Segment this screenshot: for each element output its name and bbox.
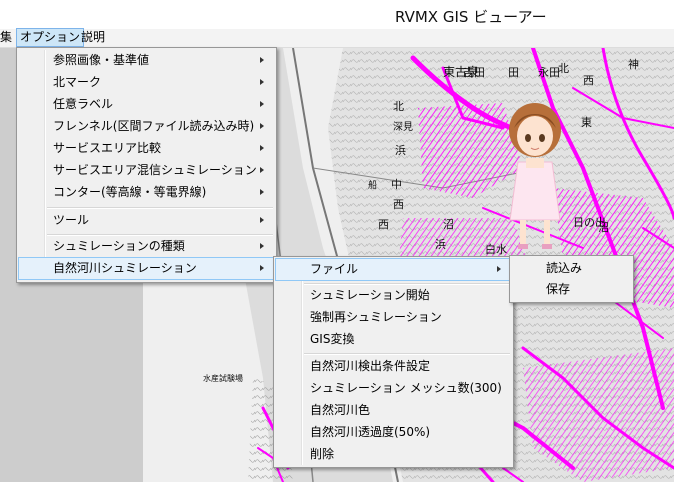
menu-item-contour[interactable]: コンター(等高線・等電界線) <box>19 182 274 203</box>
map-label: 西 <box>378 218 389 231</box>
submenu-arrow-icon <box>260 167 264 173</box>
menu-item-label: 強制再シュミレーション <box>310 310 442 324</box>
menu-options[interactable]: オプション <box>16 28 85 47</box>
map-label: 中 <box>391 178 402 191</box>
map-label: 沼 <box>598 220 609 234</box>
options-menu: 参照画像・基準値 北マーク 任意ラベル フレンネル(区間ファイル読み込み時) サ… <box>16 47 277 283</box>
menu-item-label: 自然河川検出条件設定 <box>310 359 431 373</box>
map-label: 船 <box>368 179 377 191</box>
menu-item-label: 自然河川シュミレーション <box>53 261 197 275</box>
menu-item-interference-sim[interactable]: サービスエリア混信シュミレーション <box>19 160 274 181</box>
menu-item-label: サービスエリア比較 <box>53 141 162 155</box>
menu-item-label: ファイル <box>310 262 359 276</box>
menu-help[interactable]: 説明 <box>78 29 108 46</box>
menu-item-service-area-compare[interactable]: サービスエリア比較 <box>19 138 274 159</box>
menu-item-label: コンター(等高線・等電界線) <box>53 185 207 199</box>
menu-item-save[interactable]: 保存 <box>512 279 631 300</box>
menu-item-river-transparency[interactable]: 自然河川透過度(50%) <box>276 422 511 443</box>
map-label: 水産試験場 <box>203 373 243 383</box>
menu-item-label: 削除 <box>310 447 335 461</box>
menu-item-tools[interactable]: ツール <box>19 210 274 231</box>
menu-item-gis-convert[interactable]: GIS変換 <box>276 329 511 350</box>
menu-item-label: シュミレーションの種類 <box>53 239 185 253</box>
menu-item-custom-label[interactable]: 任意ラベル <box>19 94 274 115</box>
map-label: 神 <box>628 57 639 71</box>
submenu-arrow-icon <box>260 79 264 85</box>
map-label: 深見 <box>393 121 413 133</box>
map-label: 東古泉 <box>443 64 479 79</box>
title-bar: RVMX GIS ビューアー <box>0 0 674 30</box>
menu-item-label: ツール <box>53 213 90 227</box>
submenu-arrow-icon <box>260 101 264 107</box>
map-label: 浜 <box>395 144 406 157</box>
menu-item-label: 自然河川透過度(50%) <box>310 425 431 439</box>
menu-item-sim-start[interactable]: シュミレーション開始 <box>276 285 511 306</box>
menu-item-label: 自然河川色 <box>310 403 371 417</box>
map-label: 沼 <box>443 217 454 231</box>
map-label: 田 <box>508 66 519 79</box>
menu-item-label: 北マーク <box>53 75 102 89</box>
submenu-arrow-icon <box>260 123 264 129</box>
menu-item-north-mark[interactable]: 北マーク <box>19 72 274 93</box>
map-label: 浜 <box>435 238 446 251</box>
menu-item-force-resim[interactable]: 強制再シュミレーション <box>276 307 511 328</box>
menu-item-reference-image[interactable]: 参照画像・基準値 <box>19 50 274 71</box>
natural-river-submenu: ファイル シュミレーション開始 強制再シュミレーション GIS変換 自然河川検出… <box>273 256 514 468</box>
menu-item-load[interactable]: 読込み <box>512 258 631 279</box>
menu-item-natural-river-sim[interactable]: 自然河川シュミレーション <box>18 257 275 280</box>
menu-item-detection-settings[interactable]: 自然河川検出条件設定 <box>276 356 511 377</box>
submenu-arrow-icon <box>260 145 264 151</box>
map-label: 西 <box>393 198 404 211</box>
menu-item-label: 任意ラベル <box>53 97 114 111</box>
submenu-arrow-icon <box>260 57 264 63</box>
menu-item-label: シュミレーション開始 <box>310 288 430 302</box>
menu-item-river-color[interactable]: 自然河川色 <box>276 400 511 421</box>
menu-item-label: 参照画像・基準値 <box>53 53 150 67</box>
submenu-arrow-icon <box>260 265 264 271</box>
menu-item-label: GIS変換 <box>310 332 355 346</box>
map-label: 東 <box>581 116 592 129</box>
menu-item-delete[interactable]: 削除 <box>276 444 511 465</box>
menu-item-label: フレンネル(区間ファイル読み込み時) <box>53 119 255 133</box>
menu-separator <box>47 207 273 209</box>
map-label: 北 <box>393 100 404 113</box>
menu-item-sim-type[interactable]: シュミレーションの種類 <box>19 236 274 257</box>
submenu-arrow-icon <box>260 243 264 249</box>
menu-item-label: シュミレーション メッシュ数(300) <box>310 381 502 395</box>
map-label: 西 <box>583 74 594 87</box>
menu-bar: 集 オプション 説明 <box>0 28 674 48</box>
menu-item-file[interactable]: ファイル <box>275 258 512 281</box>
submenu-arrow-icon <box>260 189 264 195</box>
map-label: 北 <box>558 62 569 75</box>
menu-item-fresnel[interactable]: フレンネル(区間ファイル読み込み時) <box>19 116 274 137</box>
menu-separator <box>304 353 510 355</box>
submenu-arrow-icon <box>497 266 501 272</box>
window-title: RVMX GIS ビューアー <box>395 8 547 26</box>
menu-item-label: 読込み <box>546 261 583 275</box>
menu-item-label: 保存 <box>546 282 571 296</box>
file-submenu: 読込み 保存 <box>509 255 634 303</box>
submenu-arrow-icon <box>260 217 264 223</box>
menu-item-mesh-count[interactable]: シュミレーション メッシュ数(300) <box>276 378 511 399</box>
menu-item-label: サービスエリア混信シュミレーション <box>53 163 257 177</box>
mascot-character <box>509 103 561 249</box>
map-label: 永田 <box>538 65 560 79</box>
menu-edit[interactable]: 集 <box>0 29 15 46</box>
